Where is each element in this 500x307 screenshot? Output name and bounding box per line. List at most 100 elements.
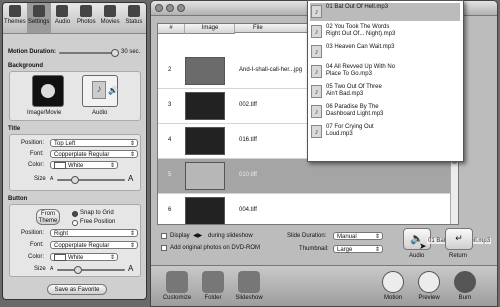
thumbnail-size-select[interactable]: Large ⇕ (333, 245, 383, 253)
zoom-window-button[interactable] (177, 4, 185, 12)
background-section-label: Background (8, 63, 44, 69)
add-originals-label: Add original photos on DVD-ROM (170, 245, 261, 251)
background-image-well[interactable] (32, 75, 64, 107)
cursor-pointer-icon: ➤ (419, 241, 427, 251)
audio-file-item[interactable]: ♪ 06 Paradise By The Dashboard Light.mp3 (310, 103, 460, 121)
title-color-select[interactable]: White ⇕ (50, 161, 118, 169)
return-button[interactable]: ↵ (445, 228, 473, 250)
chevron-updown-icon: ⇕ (129, 152, 135, 158)
music-file-icon: ♪ (311, 105, 322, 118)
tab-audio[interactable]: Audio (51, 3, 75, 33)
chevron-updown-icon: ⇕ (129, 243, 135, 249)
minimize-window-button[interactable] (166, 4, 174, 12)
audio-file-item[interactable]: ♪ 07 For Crying Out Loud.mp3 (310, 123, 460, 141)
size-large-glyph: A (128, 264, 134, 273)
button-size-slider-knob[interactable] (74, 266, 83, 274)
display-label: Display (170, 233, 190, 239)
size-small-glyph: A (50, 176, 54, 182)
button-color-select[interactable]: White ⇕ (50, 253, 118, 261)
save-as-favorite-button[interactable]: Save as Favorite (47, 284, 107, 295)
free-position-radio[interactable] (72, 220, 78, 226)
return-button-label: Return (449, 253, 468, 259)
title-font-select[interactable]: Copperplate Regular ⇕ (50, 150, 138, 158)
slide-duration-select[interactable]: Manual ⇕ (333, 232, 383, 240)
slideshow-button[interactable]: Slideshow (233, 271, 265, 301)
chevron-updown-icon: ⇕ (374, 234, 380, 240)
background-audio-well[interactable]: ♪ 🔊 (82, 75, 118, 107)
music-file-icon: ♪ (311, 85, 322, 98)
button-position-select[interactable]: Right ⇕ (50, 229, 138, 237)
button-font-label: Font: (30, 242, 44, 248)
music-file-icon: ♪ (311, 45, 322, 58)
return-arrow-icon: ↵ (455, 233, 463, 243)
title-section-label: Title (8, 126, 21, 132)
thumbnail-label: Thumbnail: (299, 246, 329, 252)
play-icon (418, 271, 440, 293)
panel-tabs: Themes Settings Audio Photos Movies Stat… (3, 3, 146, 34)
motion-button[interactable]: Motion (377, 271, 409, 301)
tab-movies[interactable]: Movies (98, 3, 122, 33)
audio-file-item[interactable]: ♪ 05 Two Out Of Three Ain't Bad.mp3 (310, 83, 460, 101)
audio-file-list: ♪ 01 Bat Out Of Hell.mp3 ♪ 02 You Took T… (307, 0, 464, 162)
tab-settings[interactable]: Settings (26, 3, 51, 33)
audio-file-item[interactable]: ♪ 03 Heaven Can Wait.mp3 (310, 43, 460, 61)
title-font-label: Font: (30, 151, 44, 157)
title-position-select[interactable]: Top Left ⇕ (50, 139, 138, 147)
title-size-label: Size (34, 176, 46, 182)
customize-button[interactable]: Customize (161, 271, 193, 301)
size-large-glyph: A (128, 174, 134, 183)
music-note-icon (56, 5, 69, 17)
button-section-label: Button (8, 196, 28, 202)
button-section: From Theme Snap to Grid Free Position Po… (9, 204, 141, 277)
motion-duration-label: Motion Duration: (8, 49, 56, 55)
button-color-label: Color: (28, 254, 45, 260)
column-header-image[interactable]: Image (184, 24, 235, 34)
tab-themes[interactable]: Themes (3, 3, 27, 33)
table-row[interactable]: 6 004.tiff (158, 194, 458, 224)
tab-photos[interactable]: Photos (74, 3, 98, 33)
preview-button[interactable]: Preview (413, 271, 445, 301)
image-movie-label: Image/Movie (27, 110, 62, 116)
title-size-slider[interactable] (57, 179, 125, 181)
burn-icon (454, 271, 476, 293)
motion-duration-slider-knob[interactable] (111, 49, 120, 57)
button-size-slider[interactable] (57, 269, 125, 271)
slide-thumbnail (185, 127, 225, 155)
display-during-slideshow-checkbox[interactable] (161, 233, 167, 239)
column-header-number[interactable]: # (158, 24, 184, 34)
previous-next-arrows-icon: ◀▶ (193, 233, 203, 239)
slide-thumbnail (185, 162, 225, 190)
slide-thumbnail (185, 92, 225, 120)
audio-file-item[interactable]: ♪ 04 All Revved Up With No Place To Go.mp… (310, 63, 460, 81)
folder-button[interactable]: Folder (197, 271, 229, 301)
menu-thumbnail-icon (41, 84, 55, 98)
motion-icon (382, 271, 404, 293)
color-swatch (54, 162, 66, 169)
add-originals-checkbox[interactable] (161, 245, 167, 251)
audio-file-item[interactable]: ♪ 01 Bat Out Of Hell.mp3 (310, 3, 460, 21)
table-row-selected[interactable]: 5 010.tiff (158, 159, 458, 194)
tab-status[interactable]: Status (122, 3, 146, 33)
chevron-updown-icon: ⇕ (129, 231, 135, 237)
chevron-updown-icon: ⇕ (129, 141, 135, 147)
bottom-toolbar: Customize Folder Slideshow Motion Previe… (151, 265, 497, 306)
button-font-select[interactable]: Copperplate Regular ⇕ (50, 241, 138, 249)
motion-duration-value: 30 sec. (121, 49, 141, 55)
motion-duration-slider[interactable] (59, 52, 117, 54)
title-position-label: Position: (21, 140, 45, 146)
title-color-label: Color: (28, 162, 45, 168)
from-theme-button[interactable]: From Theme (36, 209, 60, 225)
music-file-icon: ♪ (92, 81, 106, 99)
slide-duration-label: Slide Duration: (287, 233, 327, 239)
burn-button[interactable]: Burn (449, 271, 481, 301)
title-size-slider-knob[interactable] (71, 176, 79, 184)
snap-to-grid-radio[interactable] (72, 211, 78, 217)
chevron-updown-icon: ⇕ (109, 255, 115, 261)
slide-thumbnail (185, 57, 225, 85)
close-window-button[interactable] (155, 4, 163, 12)
chevron-updown-icon: ⇕ (109, 163, 115, 169)
customize-icon (166, 271, 188, 293)
speaker-icon: 🔊 (108, 86, 118, 95)
music-file-icon: ♪ (311, 125, 322, 138)
audio-file-item[interactable]: ♪ 02 You Took The Words Right Out Of... N… (310, 23, 460, 41)
